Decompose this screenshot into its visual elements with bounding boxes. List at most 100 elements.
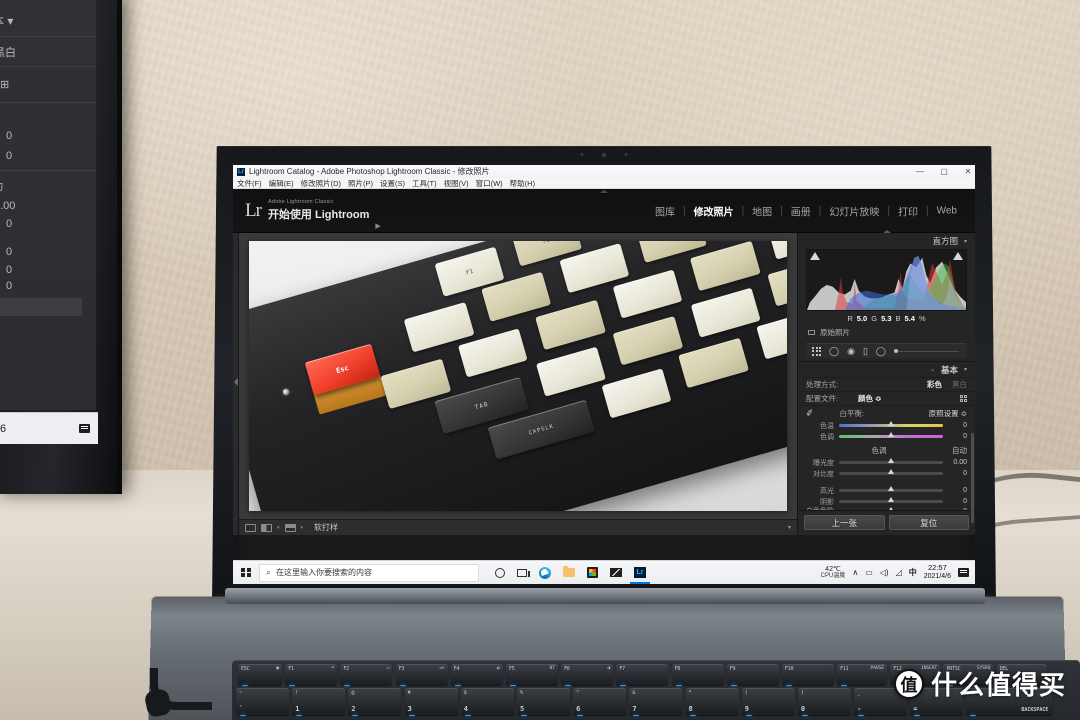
laptop-key-esc[interactable]: ESC ▣ xyxy=(238,664,282,686)
menu-file[interactable]: 文件(F) xyxy=(237,178,262,189)
laptop-key-f5[interactable]: F5 BT xyxy=(505,664,558,686)
ext-button[interactable] xyxy=(0,298,82,316)
exposure-slider[interactable] xyxy=(839,458,943,464)
laptop-key-f11[interactable]: F11 PAUSE xyxy=(837,664,888,686)
cortana-icon[interactable] xyxy=(495,567,505,578)
top-panel-toggle[interactable] xyxy=(600,190,608,193)
laptop-key-`[interactable]: ~ ` xyxy=(236,688,289,716)
laptop-key-8[interactable]: * 8 xyxy=(685,688,739,716)
graduated-filter-icon[interactable]: ▯ xyxy=(863,346,868,356)
tint-value[interactable]: 0 xyxy=(943,433,967,440)
histogram-header[interactable]: 直方图 ▾ xyxy=(798,233,975,249)
auto-tone-button[interactable]: 自动 xyxy=(952,445,967,456)
spot-removal-icon[interactable]: ◯ xyxy=(829,346,839,356)
exposure-value[interactable]: 0.00 xyxy=(943,459,967,466)
loupe-view-icon[interactable] xyxy=(245,523,256,532)
histogram-graph[interactable] xyxy=(806,249,967,311)
whites-knob[interactable] xyxy=(888,507,894,510)
laptop-key-f10[interactable]: F10 xyxy=(781,664,834,686)
menu-settings[interactable]: 设置(S) xyxy=(380,178,405,189)
start-button[interactable] xyxy=(233,567,259,578)
histogram-caret-icon[interactable]: ▾ xyxy=(964,238,967,245)
shadows-slider[interactable] xyxy=(839,497,943,503)
task-view-icon[interactable] xyxy=(517,568,530,577)
taskbar-clock[interactable]: 22:57 2021/4/6 xyxy=(924,564,951,581)
module-map[interactable]: 地图 xyxy=(744,203,780,218)
basic-caret-icon[interactable]: ▾ xyxy=(964,366,967,373)
highlights-value[interactable]: 0 xyxy=(943,487,967,494)
edge-icon[interactable] xyxy=(539,566,551,579)
tint-knob[interactable] xyxy=(888,432,894,437)
highlights-slider[interactable] xyxy=(839,486,943,492)
module-library[interactable]: 图库 xyxy=(647,203,683,218)
before-after-vertical-icon[interactable] xyxy=(284,523,296,532)
laptop-key-f7[interactable]: F7 xyxy=(616,664,669,686)
battery-icon[interactable]: ▭ xyxy=(865,568,873,577)
laptop-key-1[interactable]: ! 1 xyxy=(292,688,346,716)
shadows-knob[interactable] xyxy=(888,497,894,502)
radial-filter-icon[interactable]: ◯ xyxy=(876,346,886,356)
exposure-knob[interactable] xyxy=(888,458,894,463)
module-web[interactable]: Web xyxy=(929,205,965,216)
previous-button[interactable]: 上一张 xyxy=(804,515,885,530)
close-button[interactable]: ✕ xyxy=(963,167,973,176)
before-after-caret-icon[interactable]: ▾ xyxy=(277,525,280,531)
laptop-key-4[interactable]: $4 xyxy=(460,688,514,716)
menu-tools[interactable]: 工具(T) xyxy=(412,178,437,189)
laptop-key-3[interactable]: #3 xyxy=(404,688,458,716)
contrast-knob[interactable] xyxy=(888,469,894,474)
temperature-value[interactable]: 0 xyxy=(943,422,967,429)
profile-value[interactable]: 颜色 ≎ xyxy=(858,393,881,404)
contrast-slider[interactable] xyxy=(839,469,943,475)
module-slideshow[interactable]: 幻灯片放映 xyxy=(821,203,887,218)
original-photo-row[interactable]: 原始照片 xyxy=(798,323,975,341)
split-caret-icon[interactable]: ▾ xyxy=(301,525,304,531)
notification-icon[interactable] xyxy=(79,424,90,433)
contrast-value[interactable]: 0 xyxy=(943,470,967,477)
identity-arrow-icon[interactable]: ▶ xyxy=(375,222,380,230)
menu-develop[interactable]: 修改照片(D) xyxy=(301,178,341,189)
laptop-key-f8[interactable]: F8 xyxy=(671,664,724,686)
laptop-key-7[interactable]: & 7 xyxy=(629,688,683,716)
soft-proof-label[interactable]: 软打样 xyxy=(314,522,338,533)
right-panel-scrollbar[interactable] xyxy=(971,433,974,523)
laptop-key-6[interactable]: ^ 6 xyxy=(573,688,627,716)
laptop-key-0[interactable]: ) 0 xyxy=(797,688,851,716)
basic-panel-header[interactable]: ⌄ 基本 ▾ xyxy=(798,362,975,377)
laptop-key-f1[interactable]: F1 ⌨ xyxy=(285,664,338,686)
reset-button[interactable]: 复位 xyxy=(888,515,969,530)
menu-help[interactable]: 帮助(H) xyxy=(510,178,535,189)
adjustment-brush-slider[interactable] xyxy=(893,349,959,353)
white-balance-value[interactable]: 原照设置 ≎ xyxy=(929,408,967,419)
menu-edit[interactable]: 编辑(E) xyxy=(269,178,294,189)
maximize-button[interactable]: ▢ xyxy=(939,167,949,176)
microsoft-store-icon[interactable] xyxy=(587,567,598,578)
whites-slider[interactable] xyxy=(839,507,943,510)
image-canvas[interactable]: Esc F1 F2 TAB CAPSLK xyxy=(239,233,797,519)
basic-collapse-icon[interactable]: ⌄ xyxy=(930,366,935,373)
profile-browser-icon[interactable] xyxy=(959,394,967,403)
file-explorer-icon[interactable] xyxy=(563,565,575,577)
laptop-key-f2[interactable]: F2 ▭ xyxy=(340,664,393,686)
network-icon[interactable]: ◿ xyxy=(896,568,902,577)
minimize-button[interactable]: — xyxy=(915,167,925,176)
laptop-key-f4[interactable]: F4 ◐ xyxy=(450,664,503,686)
laptop-key-f3[interactable]: F3 ◁× xyxy=(395,664,448,686)
red-eye-icon[interactable]: ◉ xyxy=(847,346,855,356)
laptop-key-5[interactable]: % 5 xyxy=(516,688,570,716)
mail-icon[interactable] xyxy=(610,568,622,577)
right-panel-toggle[interactable] xyxy=(882,230,891,233)
highlights-knob[interactable] xyxy=(888,486,894,491)
module-print[interactable]: 打印 xyxy=(890,203,926,218)
menu-window[interactable]: 窗口(W) xyxy=(476,178,503,189)
shadows-value[interactable]: 0 xyxy=(943,498,967,505)
crop-overlay-icon[interactable] xyxy=(812,346,821,356)
taskbar-search-input[interactable]: ⌕ 在这里输入你要搜索的内容 xyxy=(259,563,479,582)
menu-photo[interactable]: 照片(P) xyxy=(348,178,373,189)
module-book[interactable]: 画册 xyxy=(783,203,819,218)
laptop-key-2[interactable]: @2 xyxy=(348,688,402,716)
volume-icon[interactable]: ◁) xyxy=(880,568,889,577)
tint-slider[interactable] xyxy=(839,432,943,438)
white-balance-dropper-icon[interactable]: ✐ xyxy=(805,407,814,419)
module-develop[interactable]: 修改照片 xyxy=(686,203,742,218)
